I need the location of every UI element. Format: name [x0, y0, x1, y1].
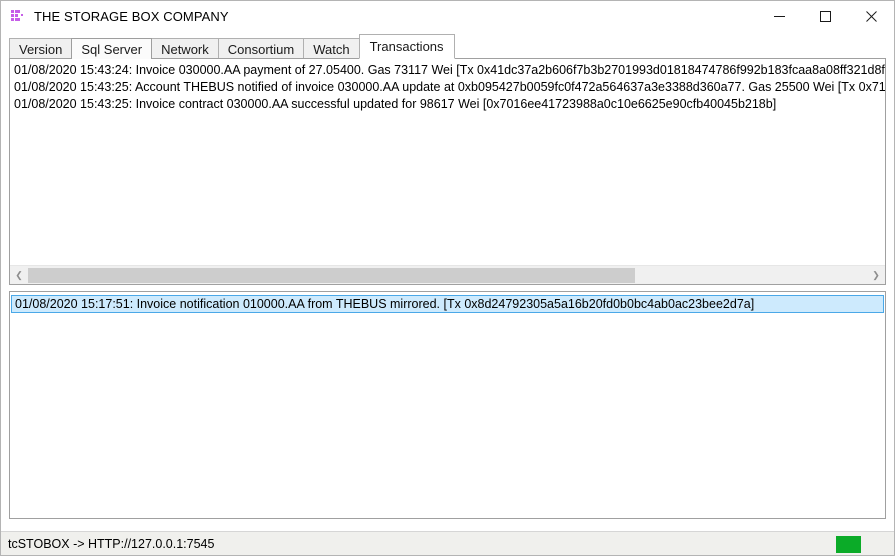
notifications-log-items: 01/08/2020 15:17:51: Invoice notificatio…	[10, 292, 885, 313]
transactions-log-listbox[interactable]: 01/08/2020 15:43:24: Invoice 030000.AA p…	[9, 58, 886, 285]
tab-content-transactions: 01/08/2020 15:43:24: Invoice 030000.AA p…	[1, 58, 894, 531]
table-row[interactable]: 01/08/2020 15:43:25: Invoice contract 03…	[10, 96, 885, 113]
connection-status-indicator	[836, 536, 861, 553]
tab-network[interactable]: Network	[151, 38, 219, 59]
scrollbar-track[interactable]	[28, 266, 867, 284]
maximize-icon	[819, 11, 831, 22]
close-icon	[865, 11, 877, 22]
window-title: THE STORAGE BOX COMPANY	[34, 9, 229, 24]
table-row[interactable]: 01/08/2020 15:43:24: Invoice 030000.AA p…	[10, 62, 885, 79]
tab-strip: Version Sql Server Network Consortium Wa…	[1, 32, 894, 59]
maximize-button[interactable]	[802, 1, 848, 32]
scrollbar-thumb[interactable]	[28, 267, 635, 283]
transactions-log-horizontal-scrollbar[interactable]: ❮ ❯	[10, 265, 885, 284]
list-item[interactable]: 01/08/2020 15:17:51: Invoice notificatio…	[11, 295, 884, 313]
transactions-log-items: 01/08/2020 15:43:24: Invoice 030000.AA p…	[10, 59, 885, 113]
chevron-right-icon[interactable]: ❯	[867, 266, 885, 284]
tab-sql-server[interactable]: Sql Server	[71, 38, 153, 59]
title-bar-left: THE STORAGE BOX COMPANY	[1, 9, 229, 25]
window-controls	[756, 1, 894, 32]
tab-consortium[interactable]: Consortium	[217, 38, 305, 59]
close-button[interactable]	[848, 1, 894, 32]
application-window: THE STORAGE BOX COMPANY Version Sql Serv…	[0, 0, 895, 556]
notifications-log-listbox[interactable]: 01/08/2020 15:17:51: Invoice notificatio…	[9, 291, 886, 519]
status-bar: tcSTOBOX -> HTTP://127.0.0.1:7545	[1, 531, 894, 555]
tab-transactions[interactable]: Transactions	[358, 34, 455, 59]
table-row[interactable]: 01/08/2020 15:43:25: Account THEBUS noti…	[10, 79, 885, 96]
tab-version[interactable]: Version	[9, 38, 73, 59]
status-bar-text: tcSTOBOX -> HTTP://127.0.0.1:7545	[8, 536, 215, 551]
app-blocks-icon	[10, 9, 26, 25]
minimize-icon	[773, 11, 785, 22]
tab-watch[interactable]: Watch	[303, 38, 360, 59]
chevron-left-icon[interactable]: ❮	[10, 266, 28, 284]
minimize-button[interactable]	[756, 1, 802, 32]
title-bar: THE STORAGE BOX COMPANY	[1, 1, 894, 32]
